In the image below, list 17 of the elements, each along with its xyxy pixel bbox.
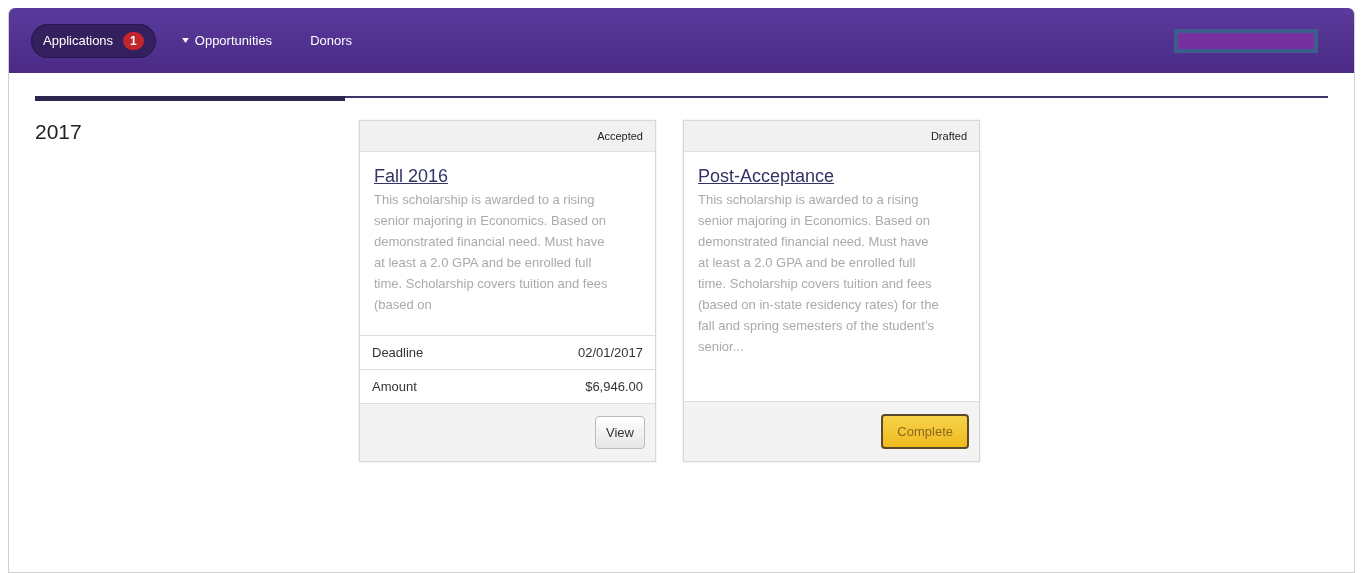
- caret-icon: [181, 38, 189, 43]
- card-title-link[interactable]: Post-Acceptance: [698, 166, 835, 186]
- card-description: This scholarship is awarded to a rising senior majoring in Economics. Based on demonstrated financial need. Must have at least a 2.0 GPA and be enrolled full time. Scholarship covers tuition and fees (based on: [374, 191, 609, 314]
- detail-value: 02/01/2017: [577, 345, 643, 360]
- detail-value: $6,946.00: [585, 379, 643, 394]
- year-heading: 2017: [35, 120, 83, 145]
- nav-tab[interactable]: Opportunities: [169, 25, 285, 56]
- nav-tab[interactable]: Donors: [298, 25, 365, 56]
- count-badge: 1: [123, 31, 144, 50]
- card-title-link[interactable]: Fall 2016: [374, 166, 449, 186]
- card-description: This scholarship is awarded to a rising senior majoring in Economics. Based on demonstrated financial need. Must have at least a 2.0 GPA and be enrolled full time. Scholarship covers tuition and fees (based on in-state residency rates) for the fall and spring semesters of the student’s senior...: [698, 191, 939, 356]
- status-label: Drafted: [930, 130, 967, 142]
- view-button[interactable]: View: [595, 416, 645, 449]
- detail-label: Amount: [372, 379, 417, 394]
- detail-label: Deadline: [372, 345, 424, 360]
- status-label: Accepted: [597, 130, 643, 142]
- nav-tab[interactable]: Applications 1: [31, 23, 156, 58]
